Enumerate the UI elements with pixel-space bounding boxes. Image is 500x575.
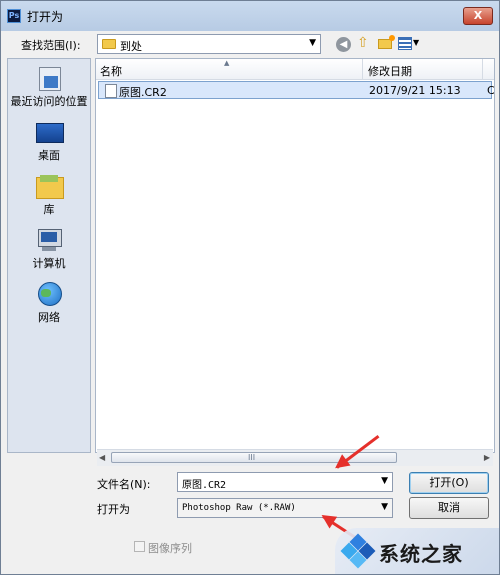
- open-as-dialog: Ps 打开为 X 查找范围(I): 到处 ▼ ◀ ⇧ ▼ 最近访问的位置 桌面 …: [0, 0, 500, 575]
- sort-ascending-icon: ▲: [224, 59, 230, 67]
- column-divider[interactable]: [482, 59, 483, 79]
- close-button[interactable]: X: [463, 7, 493, 25]
- up-folder-button[interactable]: ⇧: [357, 35, 369, 51]
- watermark: 系统之家: [335, 528, 499, 574]
- column-header-modified[interactable]: 修改日期: [368, 63, 412, 79]
- places-bar: 最近访问的位置 桌面 库 计算机 网络: [7, 58, 91, 453]
- chevron-down-icon[interactable]: ▼: [309, 38, 316, 48]
- back-button[interactable]: ◀: [336, 37, 351, 52]
- place-label: 计算机: [32, 257, 66, 270]
- chevron-down-icon[interactable]: ▼: [381, 476, 388, 486]
- computer-icon: [35, 227, 63, 253]
- place-desktop[interactable]: 桌面: [8, 119, 90, 163]
- chevron-down-icon[interactable]: ▼: [381, 502, 388, 512]
- file-list[interactable]: ▲ 名称 修改日期 原图.CR2 2017/9/21 15:13 C: [95, 58, 495, 453]
- folder-icon: [102, 39, 116, 49]
- column-divider[interactable]: [362, 59, 363, 79]
- file-name: 原图.CR2: [119, 86, 167, 99]
- open-button[interactable]: 打开(O): [409, 472, 489, 494]
- place-label: 桌面: [38, 149, 60, 162]
- place-label: 网络: [38, 311, 60, 324]
- look-in-value: 到处: [120, 40, 142, 53]
- views-menu-icon[interactable]: [398, 37, 412, 50]
- scroll-left-icon[interactable]: ◀: [99, 453, 105, 462]
- recent-places-icon: [35, 65, 63, 91]
- desktop-icon: [35, 119, 64, 145]
- file-type-cell: C: [487, 84, 495, 97]
- scroll-right-icon[interactable]: ▶: [484, 453, 490, 462]
- photoshop-app-icon: Ps: [7, 9, 21, 23]
- cancel-button[interactable]: 取消: [409, 497, 489, 519]
- column-header-name[interactable]: 名称: [100, 63, 122, 79]
- image-sequence-label: 图像序列: [148, 542, 192, 555]
- look-in-combo[interactable]: 到处 ▼: [97, 34, 321, 54]
- place-label: 最近访问的位置: [10, 95, 88, 108]
- filename-label: 文件名(N):: [97, 478, 151, 491]
- window-title: 打开为: [27, 10, 64, 24]
- look-in-label: 查找范围(I):: [21, 39, 81, 52]
- place-network[interactable]: 网络: [8, 281, 90, 325]
- scrollbar-grip: III: [248, 453, 256, 462]
- place-library[interactable]: 库: [8, 173, 90, 217]
- place-label: 库: [43, 203, 55, 216]
- file-modified-date: 2017/9/21 15:13: [369, 84, 461, 97]
- watermark-logo-icon: [340, 533, 376, 569]
- list-header: ▲ 名称 修改日期: [96, 59, 494, 80]
- filename-field[interactable]: 原图.CR2 ▼: [177, 472, 393, 492]
- filetype-label: 打开为: [97, 503, 130, 516]
- views-dropdown-arrow[interactable]: ▼: [413, 38, 419, 47]
- place-computer[interactable]: 计算机: [8, 227, 90, 271]
- filename-value: 原图.CR2: [182, 480, 227, 491]
- title-bar: Ps 打开为 X: [1, 1, 499, 31]
- image-sequence-checkbox[interactable]: [134, 541, 145, 552]
- new-folder-button[interactable]: [378, 35, 395, 49]
- file-row[interactable]: 原图.CR2 2017/9/21 15:13 C: [98, 81, 495, 99]
- place-recent[interactable]: 最近访问的位置: [8, 65, 90, 109]
- network-icon: [35, 281, 63, 307]
- filetype-select[interactable]: Photoshop Raw (*.RAW) ▼: [177, 498, 393, 518]
- filetype-value: Photoshop Raw (*.RAW): [182, 503, 296, 513]
- file-icon: [105, 84, 117, 98]
- watermark-text: 系统之家: [379, 542, 463, 566]
- library-icon: [35, 173, 64, 199]
- horizontal-scrollbar[interactable]: ◀ III ▶: [97, 449, 493, 466]
